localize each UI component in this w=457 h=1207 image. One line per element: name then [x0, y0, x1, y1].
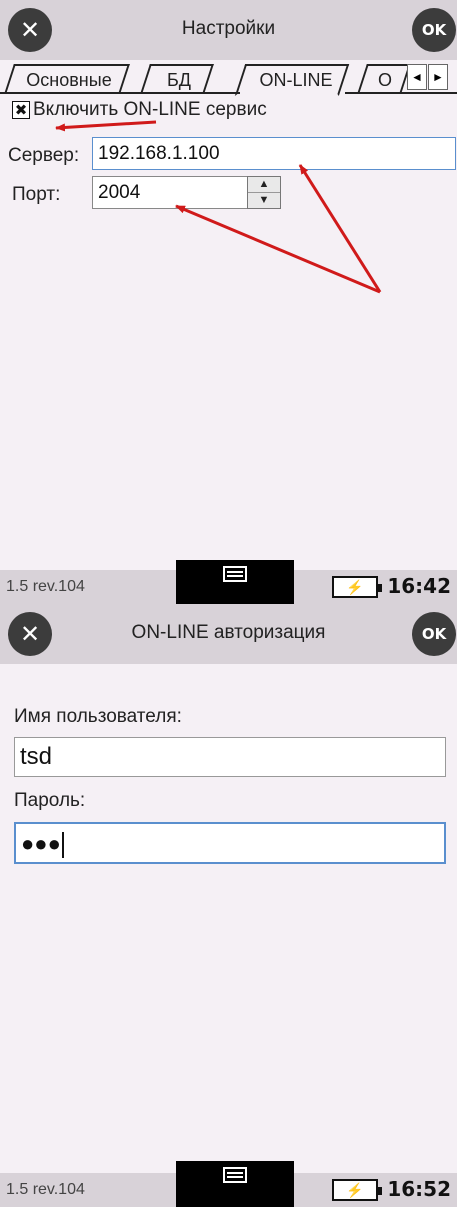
tab-db[interactable]: БД: [150, 68, 208, 92]
settings-screen: ✕ Настройки OK Основные БД ON-LINE О ◄ ►…: [0, 0, 457, 604]
tab-baseline-right: [345, 92, 457, 94]
tab-online[interactable]: ON-LINE: [246, 68, 346, 92]
page-title: Настройки: [181, 18, 276, 39]
server-input[interactable]: 192.168.1.100: [92, 137, 456, 170]
online-service-checkbox[interactable]: ✖: [12, 101, 30, 119]
username-input[interactable]: tsd: [14, 737, 446, 777]
keyboard-icon: [223, 566, 247, 582]
ok-button[interactable]: OK: [412, 612, 456, 656]
password-input[interactable]: ●●●: [14, 822, 446, 864]
tab-scroll-left-button[interactable]: ◄: [407, 64, 427, 90]
text-cursor: [61, 832, 64, 859]
tab-baseline-left: [0, 92, 240, 94]
close-icon: ✕: [19, 620, 41, 648]
version-text: 1.5 rev.104: [6, 1181, 85, 1198]
ok-button[interactable]: OK: [412, 8, 456, 52]
keyboard-button[interactable]: [176, 560, 294, 604]
online-service-label[interactable]: Включить ON-LINE сервис: [33, 99, 267, 121]
username-label: Имя пользователя:: [14, 706, 182, 727]
port-input[interactable]: 2004: [92, 176, 248, 209]
server-label: Сервер:: [8, 145, 80, 166]
tab-main[interactable]: Основные: [14, 68, 124, 92]
tab-scroll-right-button[interactable]: ►: [428, 64, 448, 90]
port-label: Порт:: [12, 184, 61, 205]
close-button[interactable]: ✕: [8, 8, 52, 52]
version-text: 1.5 rev.104: [6, 578, 85, 595]
keyboard-icon: [223, 1167, 247, 1183]
auth-screen: ✕ ON-LINE авторизация OK Имя пользовател…: [0, 604, 457, 1207]
keyboard-button[interactable]: [176, 1161, 294, 1207]
page-title: ON-LINE авторизация: [131, 622, 326, 643]
arrow-to-server: [298, 164, 382, 293]
port-stepper[interactable]: ▲ ▼: [247, 176, 281, 209]
battery-icon: ⚡: [332, 1179, 382, 1201]
arrow-to-checkbox: [55, 120, 157, 132]
tab-other[interactable]: О: [370, 68, 400, 92]
clock: 16:42: [387, 574, 451, 598]
arrow-to-port: [175, 204, 381, 294]
stepper-down-icon[interactable]: ▼: [248, 193, 280, 208]
clock: 16:52: [387, 1177, 451, 1201]
title-bar: ✕ Настройки OK: [0, 0, 457, 60]
password-label: Пароль:: [14, 790, 86, 811]
title-bar: ✕ ON-LINE авторизация OK: [0, 604, 457, 664]
password-dots: ●●●: [21, 831, 61, 856]
battery-icon: ⚡: [332, 576, 382, 598]
stepper-up-icon[interactable]: ▲: [248, 177, 280, 193]
close-icon: ✕: [19, 16, 41, 44]
close-button[interactable]: ✕: [8, 612, 52, 656]
